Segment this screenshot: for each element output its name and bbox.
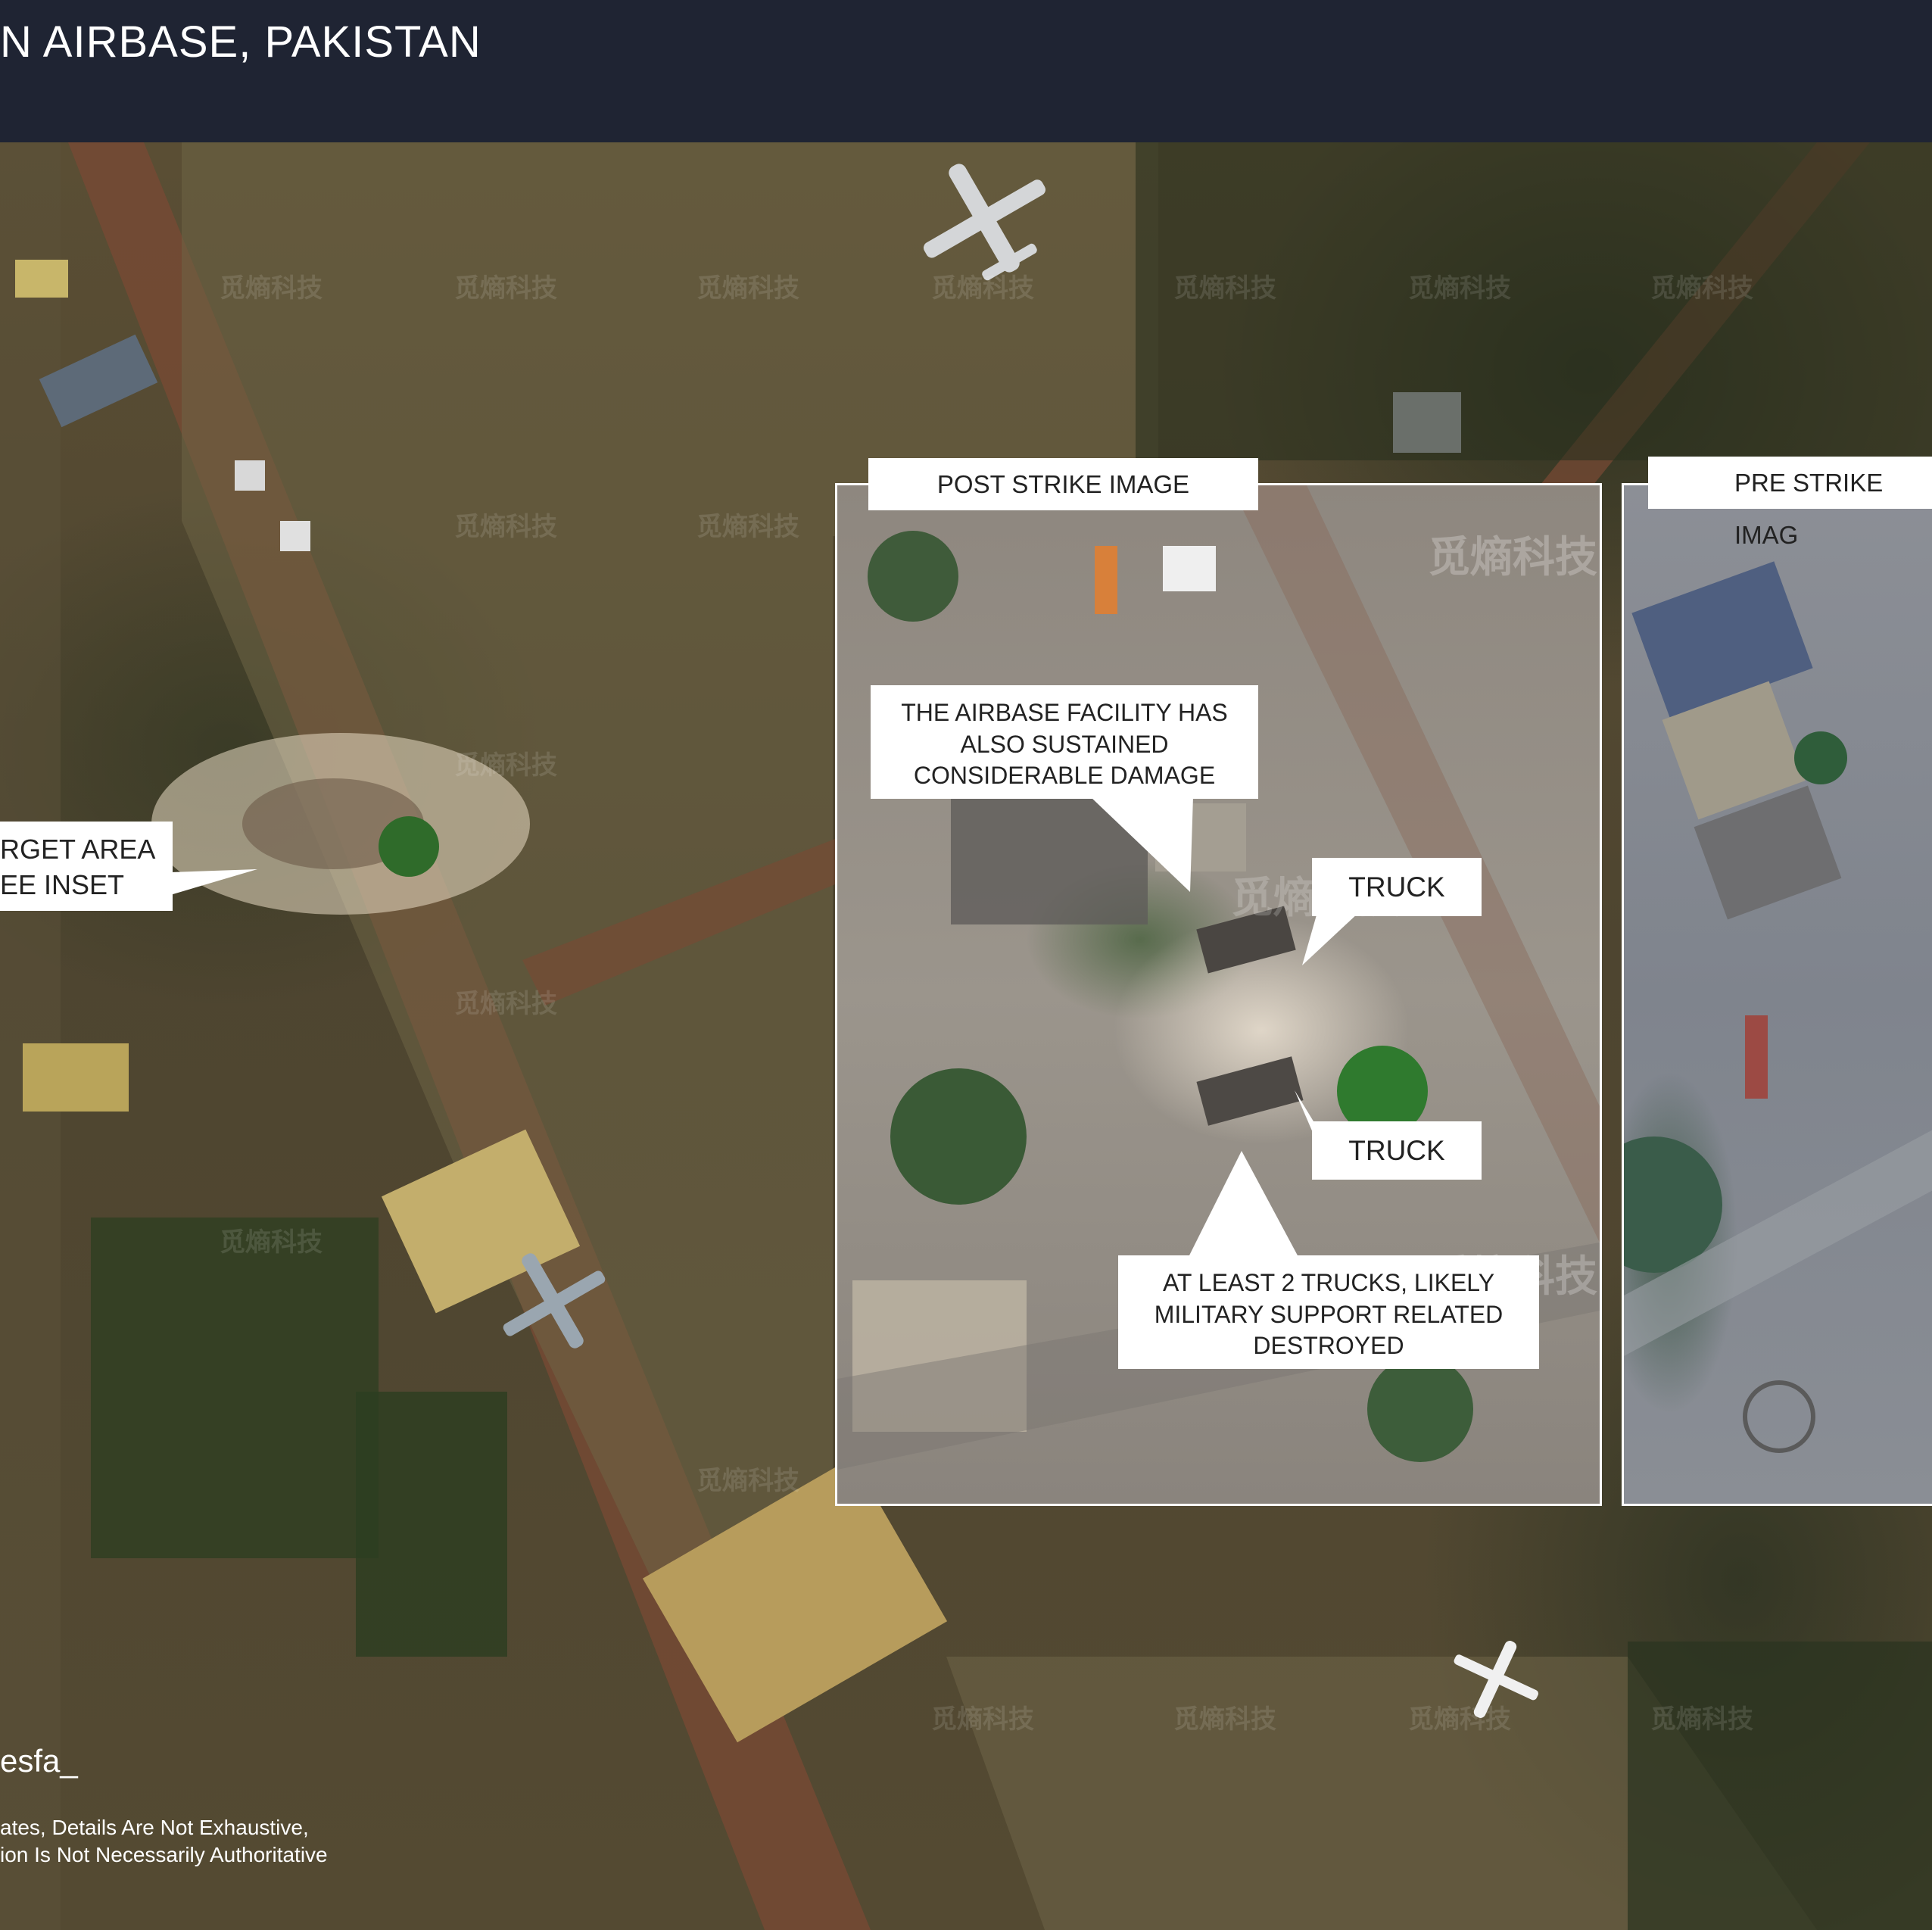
- green-area: [91, 1218, 379, 1558]
- truck-label: TRUCK: [1312, 858, 1482, 916]
- watermark: 觅熵科技: [220, 274, 323, 303]
- target-area-line: RGET AREA: [0, 834, 156, 865]
- watermark: 觅熵科技: [1650, 1705, 1753, 1734]
- watermark: 觅熵科技: [220, 1228, 323, 1257]
- green-area: [356, 1392, 507, 1657]
- building: [1393, 392, 1461, 453]
- green-area: [1628, 1642, 1932, 1930]
- damage-line: ALSO SUSTAINED: [960, 730, 1169, 758]
- tree-cluster: [868, 531, 958, 622]
- header-bar: N AIRBASE, PAKISTAN: [0, 0, 1932, 142]
- author-credit: esfa_: [0, 1743, 78, 1779]
- tree-cluster: [890, 1068, 1027, 1205]
- watermark: 觅熵科技: [696, 274, 799, 303]
- watermark: 觅熵科技: [696, 513, 799, 541]
- watermark: 觅熵科技: [1173, 274, 1276, 303]
- building: [1631, 561, 1813, 720]
- page-title: N AIRBASE, PAKISTAN: [0, 17, 481, 67]
- tree-cluster: [379, 816, 439, 877]
- roundabout: [1743, 1380, 1815, 1453]
- parked-truck: [1745, 1015, 1768, 1099]
- watermark: 觅熵科技: [454, 513, 557, 541]
- trucks-destroyed-line: AT LEAST 2 TRUCKS, LIKELY: [1162, 1269, 1495, 1296]
- watermark: 觅熵科技: [1408, 1705, 1511, 1734]
- target-area-callout: RGET AREA EE INSET: [0, 822, 173, 911]
- trucks-destroyed-line: DESTROYED: [1253, 1332, 1404, 1360]
- target-area-line: EE INSET: [0, 868, 125, 900]
- watermark: 觅熵科技: [1428, 533, 1597, 581]
- pre-strike-inset: [1622, 483, 1932, 1506]
- watermark: 觅熵科技: [454, 751, 557, 780]
- tree-cluster: [1367, 1356, 1473, 1462]
- callout-pointer: [1090, 797, 1193, 892]
- damage-line: THE AIRBASE FACILITY HAS: [901, 699, 1228, 726]
- destroyed-truck: [1196, 1056, 1304, 1126]
- pre-strike-imagery: [1624, 561, 1932, 1453]
- pre-strike-label: PRE STRIKE IMAG: [1648, 457, 1932, 549]
- building: [23, 1043, 129, 1112]
- watermark: 觅熵科技: [454, 990, 557, 1018]
- disclaimer: ates, Details Are Not Exhaustive, ion Is…: [0, 1814, 328, 1869]
- watermark: 觅熵科技: [1408, 274, 1511, 303]
- watermark: 觅熵科技: [454, 274, 557, 303]
- post-strike-label: POST STRIKE IMAGE: [868, 458, 1258, 510]
- callout-pointer: [1295, 1090, 1313, 1134]
- trucks-destroyed-callout: AT LEAST 2 TRUCKS, LIKELY MILITARY SUPPO…: [1118, 1255, 1539, 1369]
- taxiway: [0, 142, 61, 1930]
- watermark: 觅熵科技: [1650, 274, 1753, 303]
- building: [15, 260, 68, 298]
- disclaimer-line: ion Is Not Necessarily Authoritative: [0, 1843, 328, 1867]
- tree-cluster: [1794, 731, 1847, 784]
- building: [1163, 546, 1216, 591]
- building: [280, 521, 310, 551]
- damage-line: CONSIDERABLE DAMAGE: [913, 762, 1216, 790]
- callout-pointer: [1302, 912, 1359, 965]
- damage-callout: THE AIRBASE FACILITY HAS ALSO SUSTAINED …: [871, 685, 1258, 799]
- trucks-destroyed-line: MILITARY SUPPORT RELATED: [1154, 1300, 1504, 1328]
- building: [235, 460, 265, 491]
- orange-structure: [1095, 546, 1117, 614]
- watermark: 觅熵科技: [931, 274, 1034, 303]
- disclaimer-line: ates, Details Are Not Exhaustive,: [0, 1816, 309, 1839]
- watermark: 觅熵科技: [696, 1467, 799, 1495]
- watermark: 觅熵科技: [1173, 1705, 1276, 1734]
- watermark: 觅熵科技: [931, 1705, 1034, 1734]
- callout-pointer: [170, 869, 257, 895]
- callout-pointer: [1189, 1151, 1298, 1257]
